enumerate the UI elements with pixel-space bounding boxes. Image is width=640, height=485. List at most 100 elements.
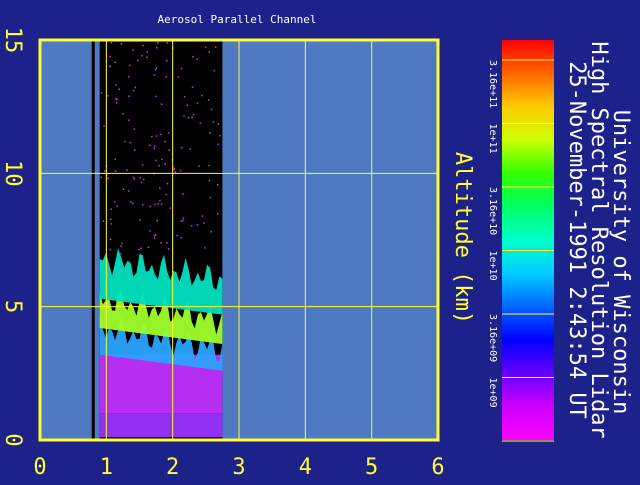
data-noise-speck (214, 46, 217, 48)
data-noise-speck (153, 234, 156, 237)
title-line-timestamp: 25-November-1991 2:43:54 UT (564, 61, 589, 419)
y-tick-label: 10 (0, 160, 25, 187)
data-noise-speck (118, 88, 120, 90)
data-noise-speck (155, 95, 157, 98)
data-noise-speck (159, 187, 161, 189)
data-noise-speck (165, 193, 168, 196)
data-noise-speck (160, 242, 162, 244)
data-noise-speck (127, 119, 130, 121)
data-noise-speck (182, 219, 184, 222)
data-noise-speck (151, 135, 153, 138)
data-noise-speck (104, 170, 106, 172)
y-tick-label: 15 (0, 27, 25, 54)
backscatter-data (91, 40, 223, 440)
data-noise-speck (173, 169, 175, 171)
lidar-display: Aerosol Parallel Channel 0123456 0 5 10 15 … (0, 0, 640, 480)
data-noise-speck (127, 76, 130, 78)
data-noise-speck (180, 237, 182, 239)
data-noise-speck (141, 164, 144, 166)
data-noise-speck (149, 205, 151, 208)
data-noise-speck (205, 46, 207, 49)
data-noise-speck (189, 148, 192, 150)
data-noise-speck (140, 247, 142, 249)
data-noise-speck (146, 51, 149, 53)
data-noise-speck (196, 102, 199, 104)
data-noise-speck (208, 99, 210, 101)
data-noise-speck (192, 56, 194, 58)
colorbar-tick-label: 3.16e+11 (487, 60, 498, 108)
data-noise-speck (110, 223, 112, 225)
data-dropout-bar (91, 40, 95, 440)
data-noise-speck (201, 215, 204, 217)
data-noise-speck (199, 122, 202, 124)
data-noise-speck (160, 203, 163, 205)
data-noise-speck (169, 207, 172, 209)
data-noise-speck (201, 94, 203, 97)
data-noise-speck (167, 248, 170, 250)
data-noise-speck (142, 44, 144, 47)
data-noise-speck (156, 47, 158, 49)
data-noise-speck (176, 234, 178, 237)
data-noise-speck (128, 190, 130, 192)
data-noise-speck (110, 218, 112, 220)
data-noise-speck (142, 203, 144, 206)
colorbar-tick-label: 1e+11 (487, 124, 498, 154)
colorbar-tick-label: 3.16e+10 (487, 187, 498, 235)
data-noise-speck (129, 64, 131, 67)
data-noise-speck (210, 231, 212, 233)
data-noise-speck (208, 51, 210, 53)
data-noise-speck (109, 55, 111, 58)
data-noise-speck (183, 115, 185, 117)
data-noise-speck (190, 225, 193, 227)
data-noise-speck (217, 123, 220, 125)
data-noise-speck (114, 61, 116, 64)
data-noise-speck (164, 163, 166, 165)
data-noise-speck (137, 59, 139, 62)
data-noise-speck (133, 178, 136, 180)
data-noise-speck (113, 201, 116, 203)
colorbar-tick-label: 3.16e+09 (487, 314, 498, 362)
data-noise-speck (191, 116, 193, 119)
data-noise-speck (217, 143, 219, 146)
colorbar-tick-label: 1e+09 (487, 378, 498, 408)
x-tick-label: 3 (232, 455, 245, 480)
data-noise-speck (115, 84, 117, 86)
data-noise-speck (183, 96, 186, 98)
data-noise-speck (109, 65, 111, 67)
data-noise-speck (212, 121, 215, 123)
data-noise-speck (208, 179, 211, 182)
data-noise-speck (132, 202, 134, 205)
data-noise-speck (149, 230, 151, 232)
chart-title: Aerosol Parallel Channel (158, 13, 317, 26)
data-noise-speck (119, 253, 122, 255)
data-noise-speck (146, 56, 148, 58)
data-noise-speck (187, 117, 190, 119)
data-noise-speck (179, 169, 182, 172)
x-tick-label: 4 (299, 455, 312, 480)
data-noise-speck (140, 181, 143, 184)
data-noise-speck (182, 193, 184, 195)
data-noise-speck (209, 196, 212, 199)
data-noise-speck (149, 144, 151, 146)
data-noise-speck (168, 149, 170, 151)
data-noise-speck (139, 177, 141, 179)
x-tick-label: 1 (100, 455, 113, 480)
data-noise-speck (114, 158, 116, 161)
data-noise-speck (217, 213, 219, 215)
data-noise-speck (138, 248, 140, 251)
colorbar-tick-label: 1e+10 (487, 251, 498, 281)
colorbar-gradient-rect (502, 40, 554, 440)
data-noise-speck (166, 42, 169, 44)
data-noise-speck (100, 176, 103, 179)
data-noise-speck (110, 42, 113, 44)
data-noise-speck (132, 176, 135, 179)
data-noise-speck (180, 220, 183, 222)
data-noise-speck (156, 219, 158, 222)
data-noise-speck (134, 149, 136, 151)
data-noise-speck (129, 142, 131, 144)
data-noise-speck (210, 108, 213, 111)
data-noise-speck (107, 177, 110, 179)
data-noise-speck (141, 54, 143, 57)
data-noise-speck (110, 208, 112, 210)
x-tick-label: 0 (33, 455, 46, 480)
